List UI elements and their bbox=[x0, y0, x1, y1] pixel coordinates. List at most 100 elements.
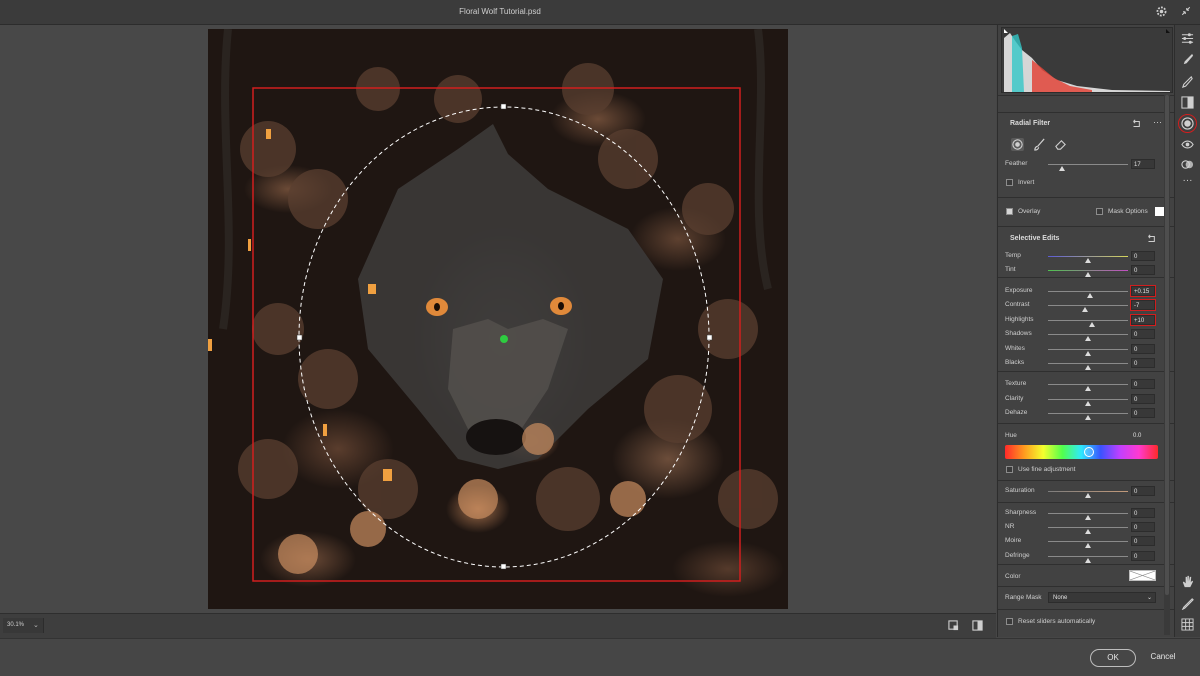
nr-slider[interactable] bbox=[1048, 527, 1128, 534]
mask-options-checkbox[interactable] bbox=[1096, 208, 1103, 215]
defringe-slider[interactable] bbox=[1048, 556, 1128, 563]
adjustment-panel: Radial Filter ··· Feather 17 Invert Over… bbox=[997, 25, 1174, 637]
scrollbar-thumb[interactable] bbox=[1165, 95, 1169, 595]
cancel-button[interactable]: Cancel bbox=[1150, 649, 1176, 665]
blacks-value[interactable]: 0 bbox=[1131, 358, 1155, 368]
sharpness-slider[interactable] bbox=[1048, 513, 1128, 520]
canvas-area[interactable] bbox=[0, 25, 996, 613]
slider-thumb[interactable] bbox=[1089, 322, 1095, 327]
hue-slider[interactable] bbox=[1005, 445, 1158, 459]
shadows-slider[interactable] bbox=[1048, 334, 1128, 341]
reset-icon[interactable] bbox=[1131, 119, 1141, 129]
reset-icon[interactable] bbox=[1146, 234, 1156, 244]
contrast-value[interactable]: -7 bbox=[1130, 299, 1156, 311]
color-swatch[interactable] bbox=[1129, 570, 1156, 581]
shadows-value[interactable]: 0 bbox=[1131, 329, 1155, 339]
blacks-slider[interactable] bbox=[1048, 363, 1128, 370]
tint-slider[interactable] bbox=[1048, 270, 1128, 277]
slider-thumb[interactable] bbox=[1085, 415, 1091, 420]
zoom-dropdown[interactable]: 30.1% ⌄ bbox=[3, 618, 44, 633]
invert-checkbox[interactable] bbox=[1006, 179, 1013, 186]
histogram bbox=[1001, 27, 1173, 93]
exposure-slider[interactable] bbox=[1048, 291, 1128, 298]
slider-thumb[interactable] bbox=[1085, 365, 1091, 370]
texture-value[interactable]: 0 bbox=[1131, 379, 1155, 389]
brush-icon[interactable] bbox=[1033, 138, 1046, 151]
slider-thumb[interactable] bbox=[1086, 293, 1093, 298]
clarity-slider[interactable] bbox=[1048, 399, 1128, 406]
temp-slider[interactable] bbox=[1048, 256, 1128, 263]
dehaze-label: Dehaze bbox=[1005, 409, 1028, 416]
highlights-slider[interactable] bbox=[1048, 320, 1128, 327]
before-after-icon[interactable] bbox=[972, 620, 983, 631]
dehaze-slider[interactable] bbox=[1048, 413, 1128, 420]
sharpness-value[interactable]: 0 bbox=[1131, 508, 1155, 518]
presets-icon[interactable] bbox=[1181, 158, 1194, 171]
slider-thumb[interactable] bbox=[1085, 401, 1091, 406]
exposure-label: Exposure bbox=[1005, 287, 1033, 294]
slider-thumb[interactable] bbox=[1085, 515, 1091, 520]
slider-thumb[interactable] bbox=[1085, 386, 1091, 391]
slider-thumb[interactable] bbox=[1085, 558, 1091, 563]
moire-slider[interactable] bbox=[1048, 541, 1128, 548]
saturation-value[interactable]: 0 bbox=[1131, 486, 1155, 496]
ok-button[interactable]: OK bbox=[1090, 649, 1136, 667]
brush-tool-icon[interactable] bbox=[1181, 53, 1194, 66]
tint-value[interactable]: 0 bbox=[1131, 265, 1155, 275]
nr-value[interactable]: 0 bbox=[1131, 522, 1155, 532]
graduated-filter-icon[interactable] bbox=[1181, 96, 1194, 109]
reset-sliders-checkbox[interactable] bbox=[1006, 618, 1013, 625]
grid-icon[interactable] bbox=[1181, 618, 1194, 631]
panel-scrollbar[interactable] bbox=[1164, 95, 1170, 635]
whites-value[interactable]: 0 bbox=[1131, 344, 1155, 354]
hue-value[interactable]: 0.0 bbox=[1131, 431, 1155, 441]
invert-label: Invert bbox=[1018, 179, 1035, 186]
collapse-icon[interactable] bbox=[1180, 5, 1192, 17]
slider-thumb[interactable] bbox=[1085, 543, 1091, 548]
saturation-slider[interactable] bbox=[1048, 491, 1128, 498]
defringe-value[interactable]: 0 bbox=[1131, 551, 1155, 561]
divider bbox=[998, 226, 1174, 227]
overlay-checkbox[interactable] bbox=[1006, 208, 1013, 215]
dehaze-value[interactable]: 0 bbox=[1131, 408, 1155, 418]
slider-thumb[interactable] bbox=[1085, 529, 1091, 534]
feather-row: Feather 17 bbox=[998, 159, 1174, 171]
slider-thumb[interactable] bbox=[1085, 351, 1091, 356]
temp-label: Temp bbox=[1005, 252, 1021, 259]
slider-thumb[interactable] bbox=[1058, 166, 1065, 171]
slider-thumb[interactable] bbox=[1081, 307, 1088, 312]
clarity-value[interactable]: 0 bbox=[1131, 394, 1155, 404]
histogram-graph bbox=[1004, 29, 1170, 92]
contrast-slider[interactable] bbox=[1048, 305, 1128, 312]
red-eye-icon[interactable] bbox=[1181, 138, 1194, 151]
crop-view-icon[interactable] bbox=[948, 620, 959, 631]
eraser-icon[interactable] bbox=[1054, 138, 1067, 151]
slider-thumb[interactable] bbox=[1085, 336, 1091, 341]
more-options-icon[interactable]: ··· bbox=[1153, 117, 1163, 127]
texture-slider[interactable] bbox=[1048, 384, 1128, 391]
more-tools-icon[interactable]: ··· bbox=[1181, 175, 1194, 188]
spot-removal-icon[interactable] bbox=[1181, 75, 1194, 88]
feather-value[interactable]: 17 bbox=[1131, 159, 1155, 169]
edit-sliders-icon[interactable] bbox=[1181, 32, 1194, 45]
fine-adjustment-checkbox[interactable] bbox=[1006, 466, 1013, 473]
feather-slider[interactable] bbox=[1048, 164, 1128, 171]
range-mask-select[interactable]: None ⌄ bbox=[1048, 592, 1156, 603]
range-mask-value: None bbox=[1053, 595, 1068, 601]
gear-icon[interactable] bbox=[1155, 5, 1168, 18]
color-sampler-icon[interactable] bbox=[1181, 597, 1194, 610]
highlights-value[interactable]: +10 bbox=[1130, 314, 1156, 326]
slider-thumb[interactable] bbox=[1085, 493, 1091, 498]
whites-slider[interactable] bbox=[1048, 349, 1128, 356]
exposure-value[interactable]: +0.15 bbox=[1130, 285, 1156, 297]
contrast-row: Contrast -7 bbox=[998, 299, 1174, 312]
radial-mask-icon[interactable] bbox=[1011, 138, 1024, 151]
photo-canvas[interactable] bbox=[208, 29, 788, 609]
highlights-label: Highlights bbox=[1005, 316, 1034, 323]
moire-value[interactable]: 0 bbox=[1131, 536, 1155, 546]
hand-icon[interactable] bbox=[1181, 575, 1194, 588]
radial-filter-icon[interactable] bbox=[1178, 114, 1197, 133]
slider-thumb[interactable] bbox=[1085, 258, 1091, 263]
temp-value[interactable]: 0 bbox=[1131, 251, 1155, 261]
hue-handle[interactable] bbox=[1084, 447, 1094, 457]
